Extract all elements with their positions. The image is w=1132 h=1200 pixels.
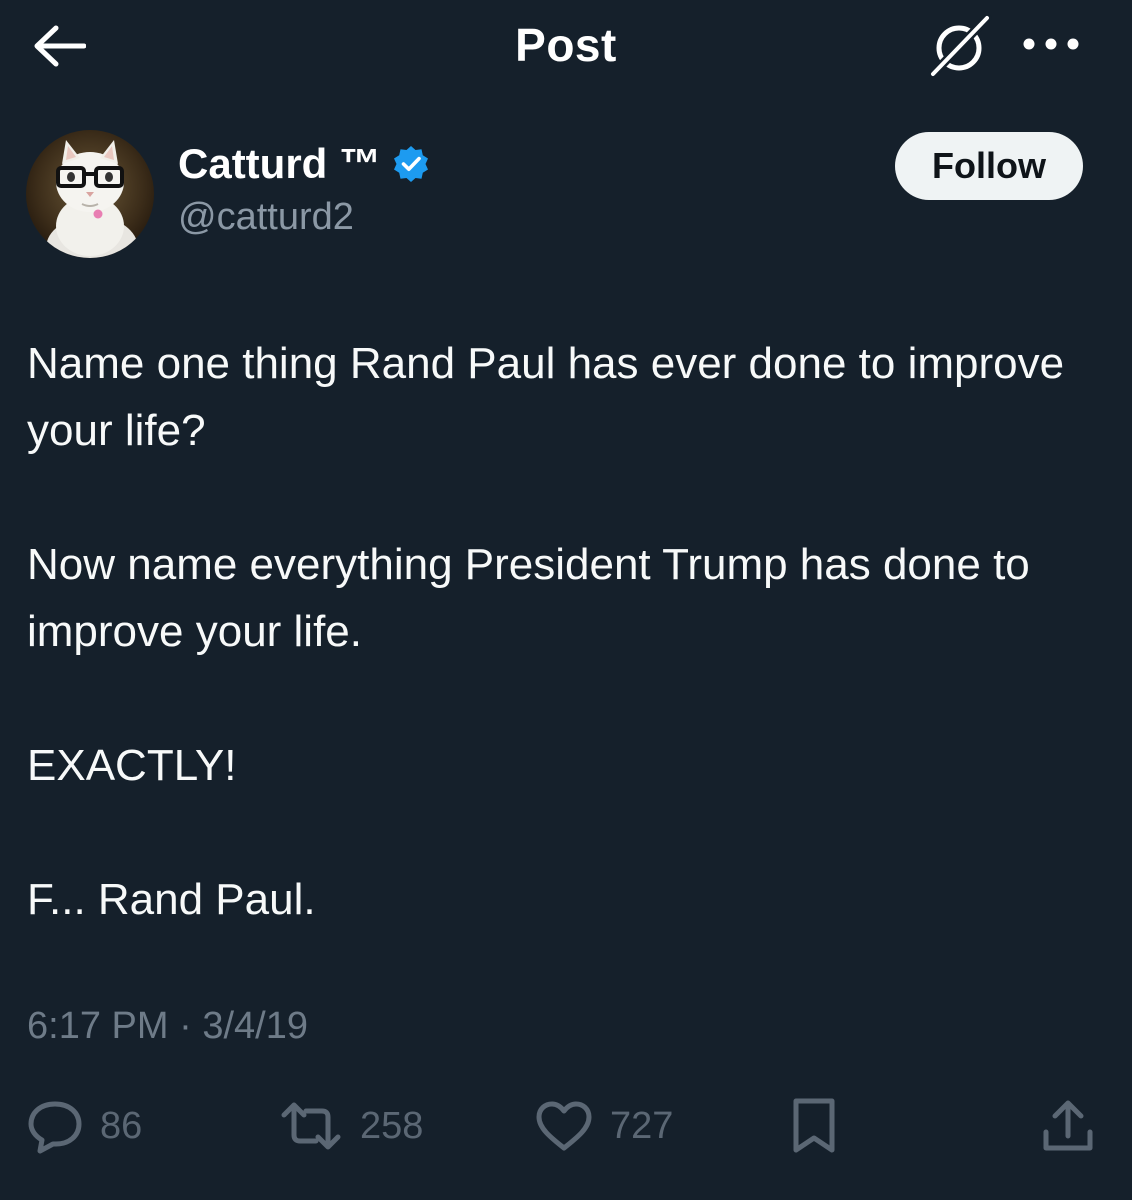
share-button[interactable] bbox=[1040, 1090, 1096, 1162]
more-options-button[interactable] bbox=[1016, 22, 1086, 66]
tweet-paragraph: F... Rand Paul. bbox=[27, 875, 316, 924]
reply-icon bbox=[28, 1101, 82, 1154]
tweet-paragraph: Now name everything President Trump has … bbox=[27, 540, 1030, 656]
avatar[interactable] bbox=[26, 130, 154, 258]
like-count: 727 bbox=[610, 1104, 674, 1147]
verified-badge-icon bbox=[394, 146, 428, 182]
grok-button[interactable] bbox=[924, 12, 996, 80]
share-icon bbox=[1043, 1100, 1093, 1151]
tweet-timestamp: 6:17 PM · 3/4/19 bbox=[27, 1005, 308, 1048]
reply-count: 86 bbox=[100, 1104, 143, 1147]
bookmark-button[interactable] bbox=[790, 1090, 838, 1162]
timestamp-separator: · bbox=[179, 1005, 192, 1047]
action-bar: 86 258 727 bbox=[0, 1090, 1132, 1170]
author-name-text: Catturd ™ bbox=[178, 140, 381, 187]
tweet-paragraph: Name one thing Rand Paul has ever done t… bbox=[27, 339, 1065, 455]
author-handle[interactable]: @catturd2 bbox=[178, 196, 354, 239]
author-display-name[interactable]: Catturd ™ bbox=[178, 140, 429, 188]
like-button[interactable]: 727 bbox=[534, 1090, 673, 1162]
grok-icon bbox=[928, 14, 992, 78]
tweet-time[interactable]: 6:17 PM bbox=[27, 1005, 169, 1047]
heart-icon bbox=[536, 1101, 592, 1151]
tweet-paragraph: EXACTLY! bbox=[27, 741, 237, 790]
top-bar: Post bbox=[0, 0, 1132, 92]
reply-button[interactable]: 86 bbox=[26, 1090, 142, 1162]
tweet-body: Name one thing Rand Paul has ever done t… bbox=[27, 330, 1112, 1000]
repost-icon bbox=[281, 1102, 341, 1150]
bookmark-icon bbox=[793, 1098, 835, 1153]
more-horizontal-icon bbox=[1023, 38, 1079, 50]
repost-button[interactable]: 258 bbox=[278, 1090, 423, 1162]
tweet-date[interactable]: 3/4/19 bbox=[202, 1005, 308, 1047]
follow-button[interactable]: Follow bbox=[895, 132, 1083, 200]
repost-count: 258 bbox=[360, 1104, 424, 1147]
cat-avatar-image bbox=[26, 130, 154, 258]
